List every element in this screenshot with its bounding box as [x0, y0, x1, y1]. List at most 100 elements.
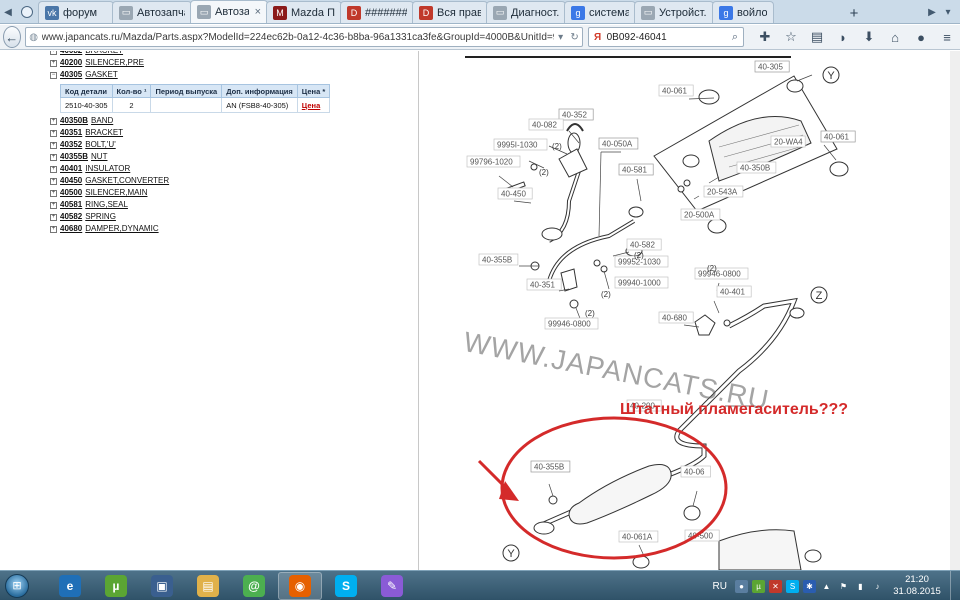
part-name-link[interactable]: SILENCER,PRE: [85, 57, 144, 69]
tab-9[interactable]: ▭ Устройст...: [634, 1, 714, 23]
expand-icon[interactable]: +: [50, 51, 57, 55]
part-code-link[interactable]: 40401: [60, 163, 82, 175]
volume-icon[interactable]: ♪: [871, 580, 884, 593]
tab-3[interactable]: ▭ Автозапч... ×: [190, 0, 268, 23]
parts-tree-item[interactable]: +40401 INSULATOR: [50, 163, 169, 175]
part-name-link[interactable]: BOLT,'U': [85, 139, 115, 151]
expand-icon[interactable]: +: [50, 59, 57, 67]
part-code-link[interactable]: 40350B: [60, 115, 88, 127]
parts-tree-item[interactable]: +40581 RING,SEAL: [50, 199, 169, 211]
antivirus-tray-icon[interactable]: ✕: [769, 579, 782, 593]
tab-scroll-left-icon[interactable]: ◀: [0, 1, 16, 23]
expand-icon[interactable]: +: [50, 177, 57, 185]
expand-icon[interactable]: +: [50, 141, 57, 149]
expand-icon[interactable]: +: [50, 153, 57, 161]
reader-icon[interactable]: ▤: [804, 27, 830, 47]
tab-8[interactable]: g система ...: [564, 1, 636, 23]
pocket-icon[interactable]: ◗: [830, 27, 856, 47]
show-desktop-button[interactable]: [950, 571, 960, 601]
new-tab-button[interactable]: +: [844, 3, 864, 23]
part-name-link[interactable]: GASKET: [85, 69, 117, 81]
part-code-link[interactable]: 40581: [60, 199, 82, 211]
parts-tree-item[interactable]: +40355B NUT: [50, 151, 169, 163]
part-code-link[interactable]: 40355B: [60, 151, 88, 163]
reload-icon[interactable]: ↻: [568, 32, 582, 43]
back-button[interactable]: ←: [3, 26, 21, 48]
search-go-icon[interactable]: ⌕: [727, 31, 743, 44]
parts-tree-item[interactable]: +40500 SILENCER,MAIN: [50, 187, 169, 199]
url-text[interactable]: www.japancats.ru/Mazda/Parts.aspx?ModelI…: [42, 32, 554, 43]
taskbar-chat-button[interactable]: @: [232, 572, 276, 600]
taskbar-save-button[interactable]: ▣: [140, 572, 184, 600]
puzzle-addon-icon[interactable]: ✚: [752, 27, 778, 47]
clock[interactable]: 21:20 31.08.2015: [888, 574, 946, 598]
price-link[interactable]: Цена: [302, 101, 320, 110]
home-icon[interactable]: ⌂: [882, 27, 908, 47]
tray-app-icon[interactable]: ●: [735, 579, 748, 593]
part-name-link[interactable]: NUT: [91, 151, 107, 163]
tab-4[interactable]: M Mazda П...: [266, 1, 342, 23]
part-name-link[interactable]: SILENCER,MAIN: [85, 187, 147, 199]
part-code-link[interactable]: 40500: [60, 187, 82, 199]
skype-tray-icon[interactable]: S: [786, 579, 799, 593]
expand-icon[interactable]: +: [50, 213, 57, 221]
collapse-icon[interactable]: −: [50, 71, 57, 79]
search-input[interactable]: 0B092-46041: [607, 32, 727, 43]
tab-list-icon[interactable]: [16, 1, 38, 23]
network-icon[interactable]: ▮: [854, 580, 867, 593]
expand-tray-icon[interactable]: ▲: [820, 580, 833, 593]
part-name-link[interactable]: GASKET,CONVERTER: [85, 175, 169, 187]
part-code-link[interactable]: 40351: [60, 127, 82, 139]
start-button[interactable]: ⊞: [0, 571, 34, 601]
tab-6[interactable]: D Вся прав...: [412, 1, 488, 23]
address-bar[interactable]: ◍ www.japancats.ru/Mazda/Parts.aspx?Mode…: [24, 27, 583, 47]
part-name-link[interactable]: BRACKET: [85, 127, 123, 139]
parts-tree-item[interactable]: +40582 SPRING: [50, 211, 169, 223]
menu-icon[interactable]: ≡: [934, 27, 960, 47]
part-code-link[interactable]: 40450: [60, 175, 82, 187]
taskbar-utorrent-button[interactable]: µ: [94, 572, 138, 600]
taskbar-notes-button[interactable]: ✎: [370, 572, 414, 600]
bookmark-star-icon[interactable]: ☆: [778, 27, 804, 47]
page-scrollbar[interactable]: [950, 51, 960, 570]
tab-5[interactable]: D #######...: [340, 1, 414, 23]
tab-10[interactable]: gвойлок: [712, 1, 774, 23]
close-tab-icon[interactable]: ×: [253, 6, 261, 18]
expand-icon[interactable]: +: [50, 165, 57, 173]
yandex-search-icon[interactable]: Я: [589, 32, 607, 43]
expand-icon[interactable]: +: [50, 189, 57, 197]
taskbar-skype-button[interactable]: S: [324, 572, 368, 600]
parts-tree-item[interactable]: +40352 BOLT,'U': [50, 139, 169, 151]
tab-overflow-icon[interactable]: ▾: [940, 1, 956, 23]
taskbar-ie-button[interactable]: e: [48, 572, 92, 600]
parts-tree-item[interactable]: −40305 GASKET: [50, 69, 169, 81]
part-name-link[interactable]: RING,SEAL: [85, 199, 128, 211]
part-name-link[interactable]: BAND: [91, 115, 113, 127]
flag-icon[interactable]: ⚑: [837, 580, 850, 593]
part-name-link[interactable]: SPRING: [85, 211, 116, 223]
bluetooth-icon[interactable]: ✱: [803, 579, 816, 593]
parts-tree-item[interactable]: +40200 SILENCER,PRE: [50, 57, 169, 69]
expand-icon[interactable]: +: [50, 129, 57, 137]
parts-tree-item[interactable]: +40350B BAND: [50, 115, 169, 127]
part-name-link[interactable]: DAMPER,DYNAMIC: [85, 223, 158, 235]
tab-scroll-right-icon[interactable]: ▶: [924, 1, 940, 23]
taskbar-explorer-button[interactable]: ▤: [186, 572, 230, 600]
tab-1[interactable]: vk форум: [38, 1, 114, 23]
parts-tree-item[interactable]: +40450 GASKET,CONVERTER: [50, 175, 169, 187]
chat-icon[interactable]: ●: [908, 27, 934, 47]
part-code-link[interactable]: 40200: [60, 57, 82, 69]
parts-tree-item[interactable]: +40351 BRACKET: [50, 127, 169, 139]
part-code-link[interactable]: 40352: [60, 139, 82, 151]
parts-tree-item[interactable]: +40680 DAMPER,DYNAMIC: [50, 223, 169, 235]
part-code-link[interactable]: 40680: [60, 223, 82, 235]
expand-icon[interactable]: +: [50, 225, 57, 233]
utorrent-tray-icon[interactable]: µ: [752, 579, 765, 593]
tab-2[interactable]: ▭ Автозапчаст...: [112, 1, 192, 23]
taskbar-firefox-button[interactable]: ◉: [278, 571, 322, 600]
expand-icon[interactable]: +: [50, 201, 57, 209]
part-name-link[interactable]: INSULATOR: [85, 163, 130, 175]
expand-icon[interactable]: +: [50, 117, 57, 125]
search-bar[interactable]: Я 0B092-46041 ⌕: [587, 27, 744, 47]
tab-7[interactable]: ▭ Диагност...: [486, 1, 566, 23]
